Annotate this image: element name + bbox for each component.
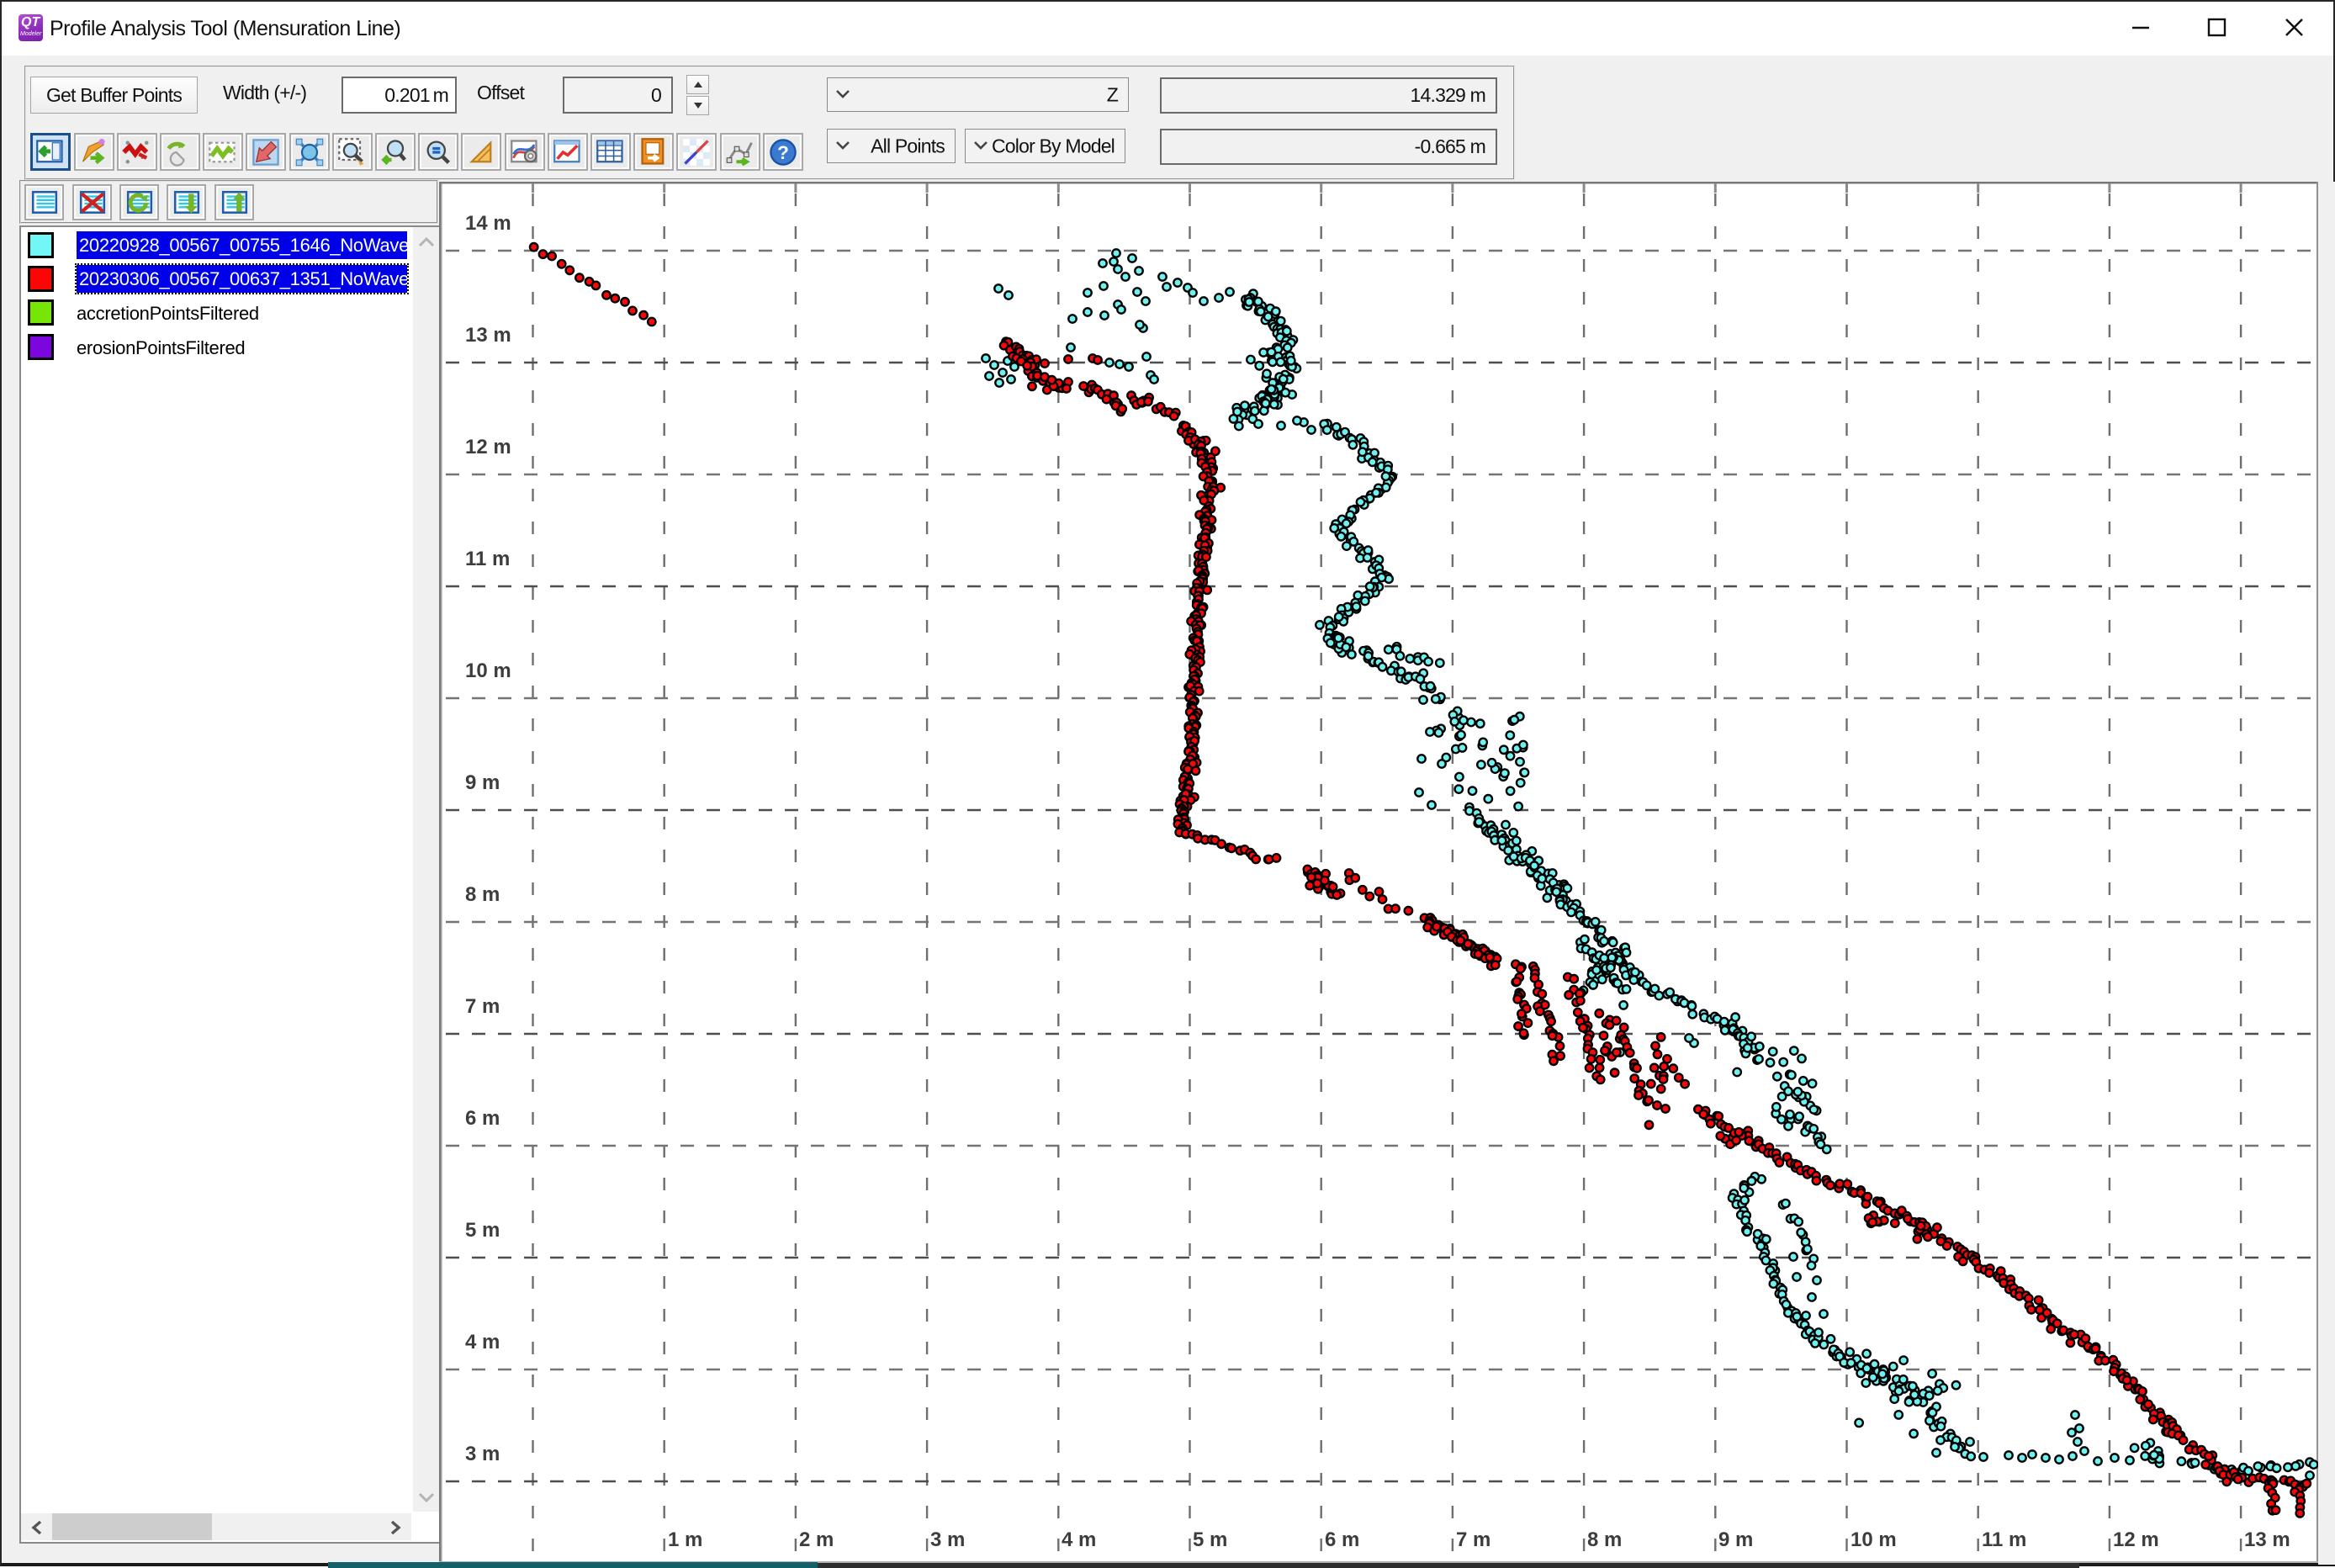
svg-text:10 m: 10 m	[465, 660, 511, 682]
svg-text:11 m: 11 m	[465, 548, 510, 570]
svg-text:8 m: 8 m	[1587, 1528, 1622, 1551]
svg-text:9 m: 9 m	[1718, 1528, 1753, 1551]
svg-text:11 m: 11 m	[1982, 1528, 2026, 1551]
svg-text:13 m: 13 m	[465, 324, 511, 347]
svg-text:1 m: 1 m	[668, 1528, 702, 1551]
svg-text:12 m: 12 m	[465, 436, 511, 458]
svg-text:5 m: 5 m	[1193, 1528, 1227, 1551]
svg-text:13 m: 13 m	[2244, 1528, 2290, 1551]
svg-text:9 m: 9 m	[465, 771, 500, 794]
svg-text:10 m: 10 m	[1851, 1528, 1897, 1551]
svg-text:7 m: 7 m	[465, 995, 500, 1018]
svg-text:3 m: 3 m	[465, 1443, 500, 1465]
svg-text:12 m: 12 m	[2113, 1528, 2159, 1551]
svg-text:?: ?	[777, 141, 789, 162]
svg-text:5 m: 5 m	[465, 1219, 500, 1242]
svg-text:3 m: 3 m	[930, 1528, 965, 1551]
svg-text:8 m: 8 m	[465, 883, 500, 906]
svg-text:14 m: 14 m	[465, 212, 511, 235]
svg-text:4 m: 4 m	[1062, 1528, 1096, 1551]
svg-text:2 m: 2 m	[799, 1528, 834, 1551]
svg-text:6 m: 6 m	[465, 1107, 500, 1130]
svg-text:7 m: 7 m	[1456, 1528, 1490, 1551]
svg-text:4 m: 4 m	[465, 1331, 500, 1353]
svg-text:6 m: 6 m	[1325, 1528, 1359, 1551]
